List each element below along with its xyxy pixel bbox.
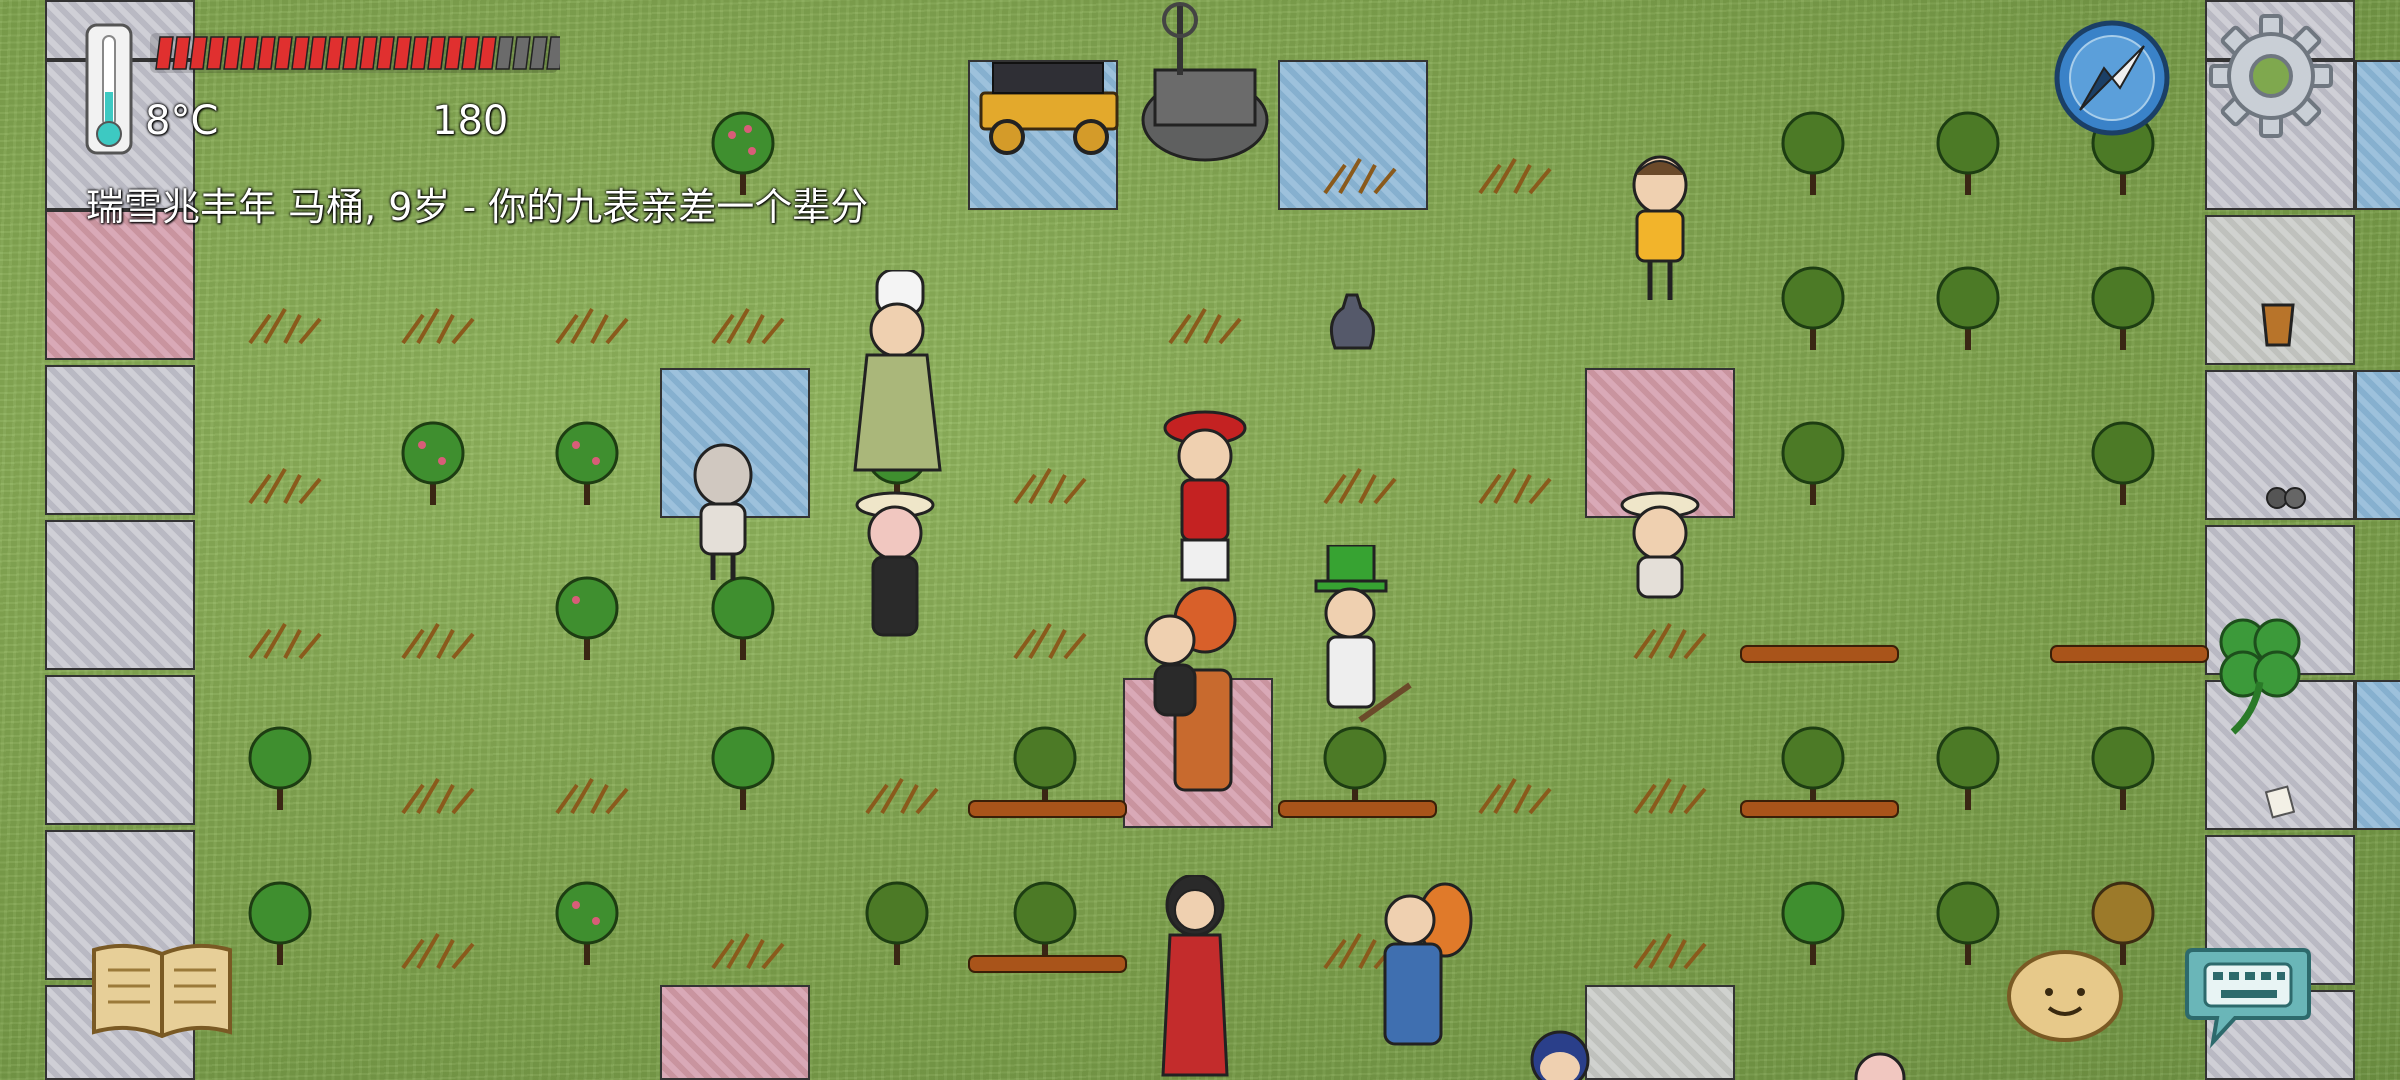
player-status-line: 瑞雪兆丰年 马桶, 9岁 - 你的九表亲差一个辈分	[86, 185, 869, 229]
baby-villager[interactable]	[1850, 1050, 1910, 1080]
villager-straw-hat[interactable]	[855, 485, 935, 645]
stone-floor-tile	[45, 520, 195, 670]
villager-carrying-baby[interactable]	[1135, 580, 1255, 810]
tilled-soil-row[interactable]	[2050, 645, 2209, 663]
dry-grass-tuft[interactable]	[708, 930, 788, 970]
tilled-soil-row[interactable]	[968, 800, 1127, 818]
villager-red-dress[interactable]	[1155, 875, 1235, 1080]
dry-grass-tuft[interactable]	[862, 775, 942, 815]
paper-note[interactable]	[2265, 785, 2295, 820]
dry-grass-tuft[interactable]	[1010, 465, 1090, 505]
stone-floor-tile	[1585, 985, 1735, 1080]
tilled-soil-row[interactable]	[1278, 800, 1437, 818]
book-icon[interactable]	[88, 940, 236, 1042]
dry-grass-tuft[interactable]	[245, 620, 325, 660]
stone-floor-tile	[45, 365, 195, 515]
bush[interactable]	[1778, 875, 1848, 970]
gear-icon[interactable]	[2207, 12, 2335, 140]
elder-villager[interactable]	[685, 440, 765, 585]
dry-grass-tuft[interactable]	[245, 305, 325, 345]
gooseberry-bush[interactable]	[552, 415, 622, 510]
temperature-readout: 8°C	[145, 98, 219, 144]
stone-floor-tile	[45, 675, 195, 825]
gooseberry-bush[interactable]	[398, 415, 468, 510]
water-floor-tile	[2355, 370, 2400, 520]
dry-grass-tuft[interactable]	[552, 775, 632, 815]
dry-grass-tuft[interactable]	[1010, 620, 1090, 660]
dry-grass-tuft[interactable]	[1165, 305, 1245, 345]
dry-grass-tuft[interactable]	[552, 305, 632, 345]
four-leaf-clover-icon[interactable]	[2205, 612, 2315, 742]
villager-blue-coat[interactable]	[1370, 880, 1480, 1080]
villager-partial[interactable]	[1525, 1030, 1595, 1080]
gooseberry-bush[interactable]	[552, 875, 622, 970]
bush[interactable]	[2088, 720, 2158, 815]
compass-icon[interactable]	[2052, 18, 2172, 138]
dry-grass-tuft[interactable]	[1475, 775, 1555, 815]
dry-grass-tuft[interactable]	[1320, 465, 1400, 505]
iron-ore-pile[interactable]	[1325, 290, 1380, 350]
bush[interactable]	[708, 720, 778, 815]
water-floor-tile	[2355, 60, 2400, 210]
health-bar	[148, 31, 565, 75]
villager-yellow-shirt[interactable]	[1625, 155, 1695, 305]
pink-floor-tile	[660, 985, 810, 1080]
tilled-soil-row[interactable]	[968, 955, 1127, 973]
potato-face-icon[interactable]	[2005, 948, 2125, 1043]
bush[interactable]	[1933, 875, 2003, 970]
dry-grass-tuft[interactable]	[1630, 930, 1710, 970]
game-world[interactable]: 8°C 180 瑞雪兆丰年 马桶, 9岁 - 你的九表亲差一个辈分	[0, 0, 2400, 1080]
thermometer-icon	[85, 23, 133, 155]
villager-red-hat[interactable]	[1160, 400, 1250, 600]
wooden-bucket[interactable]	[2258, 300, 2298, 350]
health-bar-segments	[150, 33, 565, 73]
bush[interactable]	[1778, 105, 1848, 200]
bush[interactable]	[1933, 260, 2003, 355]
villager-straw-hat[interactable]	[1620, 485, 1700, 615]
stone-well[interactable]	[1135, 0, 1275, 165]
water-floor-tile	[2355, 680, 2400, 830]
bush[interactable]	[1933, 720, 2003, 815]
dry-grass-tuft[interactable]	[1630, 775, 1710, 815]
dry-grass-tuft[interactable]	[245, 465, 325, 505]
tilled-soil-row[interactable]	[1740, 800, 1899, 818]
dry-grass-tuft[interactable]	[708, 305, 788, 345]
stone-pile[interactable]	[2265, 480, 2310, 510]
bush[interactable]	[1933, 105, 2003, 200]
villager-chef-hat[interactable]	[845, 270, 945, 485]
bush[interactable]	[2088, 415, 2158, 510]
dry-grass-tuft[interactable]	[398, 620, 478, 660]
bush[interactable]	[862, 875, 932, 970]
bush[interactable]	[1778, 260, 1848, 355]
villager-green-top-hat[interactable]	[1300, 545, 1420, 755]
pink-floor-tile	[45, 210, 195, 360]
dry-grass-tuft[interactable]	[398, 930, 478, 970]
bush[interactable]	[1778, 415, 1848, 510]
dry-grass-tuft[interactable]	[1475, 155, 1555, 195]
bush[interactable]	[2088, 260, 2158, 355]
bush[interactable]	[245, 720, 315, 815]
yum-counter: 180	[432, 98, 509, 144]
bush[interactable]	[245, 875, 315, 970]
dry-grass-tuft[interactable]	[398, 775, 478, 815]
gooseberry-bush[interactable]	[552, 570, 622, 665]
dry-grass-tuft[interactable]	[398, 305, 478, 345]
dry-grass-tuft[interactable]	[1320, 155, 1400, 195]
tilled-soil-row[interactable]	[1740, 645, 1899, 663]
dry-grass-tuft[interactable]	[1475, 465, 1555, 505]
handcart[interactable]	[975, 55, 1125, 160]
keyboard-chat-icon[interactable]	[2183, 942, 2313, 1050]
dry-grass-tuft[interactable]	[1630, 620, 1710, 660]
